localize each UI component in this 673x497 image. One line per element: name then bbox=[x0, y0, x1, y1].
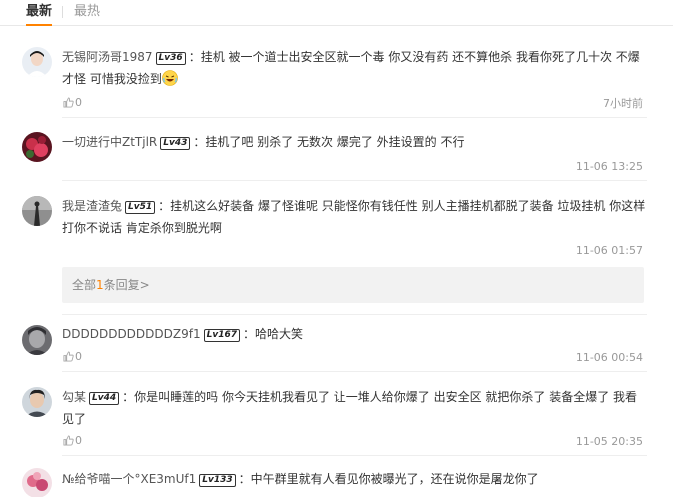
avatar[interactable] bbox=[22, 468, 52, 497]
username[interactable]: 一切进行中ZtTjlR bbox=[62, 135, 157, 149]
username[interactable]: 我是渣渣兔 bbox=[62, 199, 122, 213]
thumbs-up-icon bbox=[63, 97, 74, 108]
laughing-emoji-icon bbox=[162, 70, 178, 86]
thumbs-up-icon bbox=[63, 435, 74, 446]
level-badge: Lv133 bbox=[199, 474, 236, 487]
divider bbox=[62, 180, 647, 181]
like-count: 0 bbox=[75, 96, 82, 109]
username[interactable]: 无锡阿汤哥1987 bbox=[62, 50, 153, 64]
tab-separator bbox=[62, 6, 63, 18]
level-badge: Lv167 bbox=[203, 329, 240, 342]
divider bbox=[62, 117, 647, 118]
comment-time: 11-06 13:25 bbox=[575, 160, 643, 173]
level-badge: Lv44 bbox=[89, 392, 120, 405]
avatar[interactable] bbox=[22, 132, 52, 162]
comment-body: 勾某 Lv44 ：你是叫睡莲的吗 你今天挂机我看见了 让一堆人给你爆了 出安全区 就… bbox=[62, 386, 647, 430]
username[interactable]: №给爷喵一个°XE3mUf1 bbox=[62, 472, 196, 486]
level-badge: Lv43 bbox=[160, 137, 191, 150]
like-button[interactable]: 0 bbox=[63, 434, 82, 448]
like-count: 0 bbox=[75, 434, 82, 447]
view-replies-button[interactable]: 全部1条回复> bbox=[62, 267, 644, 303]
comment-body: 我是渣渣兔 Lv51 ：挂机这么好装备 爆了怪谁呢 只能怪你有钱任性 别人主播挂机都… bbox=[62, 195, 647, 239]
comment-time: 7小时前 bbox=[603, 97, 643, 110]
username[interactable]: DDDDDDDDDDDDZ9f1 bbox=[62, 327, 201, 341]
comment-body: №给爷喵一个°XE3mUf1 Lv133 ：中午群里就有人看见你被曝光了，还在说你是… bbox=[62, 468, 647, 490]
comment-text: ：挂机了吧 别杀了 无数次 爆完了 外挂设置的 不行 bbox=[193, 135, 465, 149]
comment-text: ：你是叫睡莲的吗 你今天挂机我看见了 让一堆人给你爆了 出安全区 就把你杀了 装… bbox=[62, 390, 638, 426]
comment-body: 无锡阿汤哥1987 Lv36 ：挂机 被一个道士出安全区就一个毒 你又没有药 还不算… bbox=[62, 46, 647, 90]
comment-text: ：中午群里就有人看见你被曝光了，还在说你是屠龙你了 bbox=[238, 472, 539, 486]
divider bbox=[62, 371, 647, 372]
thumbs-up-icon bbox=[63, 351, 74, 362]
like-button[interactable]: 0 bbox=[63, 350, 82, 364]
avatar[interactable] bbox=[22, 196, 52, 226]
comment-body: DDDDDDDDDDDDZ9f1 Lv167 ：哈哈大笑 bbox=[62, 323, 647, 345]
comment-time: 11-05 20:35 bbox=[575, 435, 643, 448]
avatar[interactable] bbox=[22, 47, 52, 77]
tab-hottest[interactable]: 最热 bbox=[74, 4, 100, 20]
replies-count: 1 bbox=[96, 278, 104, 292]
level-badge: Lv36 bbox=[155, 52, 186, 65]
comment-text: ：哈哈大笑 bbox=[243, 327, 304, 341]
comment-time: 11-06 00:54 bbox=[575, 351, 643, 364]
like-button[interactable]: 0 bbox=[63, 96, 82, 110]
replies-suffix: 条回复> bbox=[103, 278, 150, 292]
avatar[interactable] bbox=[22, 387, 52, 417]
divider bbox=[62, 455, 647, 456]
tab-latest[interactable]: 最新 bbox=[26, 4, 53, 26]
username[interactable]: 勾某 bbox=[62, 390, 86, 404]
sort-tabs: 最新 最热 bbox=[0, 0, 673, 26]
like-count: 0 bbox=[75, 350, 82, 363]
level-badge: Lv51 bbox=[125, 201, 156, 214]
comment-time: 11-06 01:57 bbox=[575, 244, 643, 257]
replies-prefix: 全部 bbox=[72, 278, 97, 292]
avatar[interactable] bbox=[22, 325, 52, 355]
divider bbox=[62, 314, 647, 315]
comment-body: 一切进行中ZtTjlR Lv43 ：挂机了吧 别杀了 无数次 爆完了 外挂设置的 不… bbox=[62, 131, 647, 153]
